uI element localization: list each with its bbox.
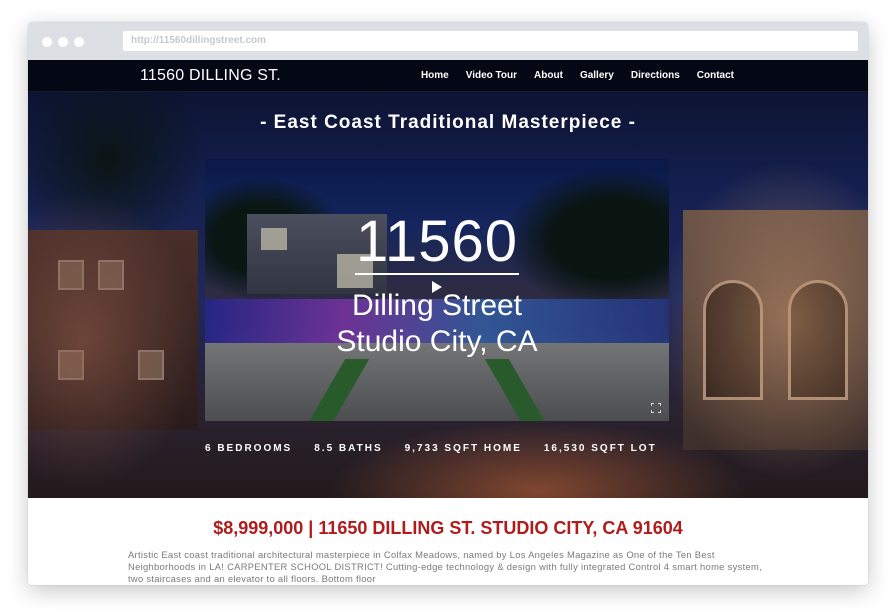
nav-contact[interactable]: Contact xyxy=(697,60,734,92)
top-navigation: 11560 DILLING ST. Home Video Tour About … xyxy=(28,60,868,92)
price-heading: $8,999,000 | 11650 DILLING ST. STUDIO CI… xyxy=(213,518,683,538)
browser-chrome: http://11560dillingstreet.com xyxy=(28,22,868,60)
nav-links: Home Video Tour About Gallery Directions… xyxy=(421,60,734,92)
window-close-dot[interactable] xyxy=(42,37,52,47)
listing-description: Artistic East coast traditional architec… xyxy=(128,549,762,584)
stat-sqft-home: 9,733 SQFT HOME xyxy=(404,443,522,454)
listing-section: $8,999,000 | 11650 DILLING ST. STUDIO CI… xyxy=(28,498,868,585)
window-maximize-dot[interactable] xyxy=(74,37,84,47)
browser-window: http://11560dillingstreet.com 11560 DILL… xyxy=(28,22,868,585)
nav-about[interactable]: About xyxy=(534,60,563,92)
website: 11560 DILLING ST. Home Video Tour About … xyxy=(28,60,868,585)
stat-bedrooms: 6 BEDROOMS xyxy=(205,443,293,454)
nav-video-tour[interactable]: Video Tour xyxy=(466,60,517,92)
video-title-underline xyxy=(355,273,519,275)
video-player[interactable]: 11560 Dilling Street Studio City, CA xyxy=(205,159,669,421)
stat-baths: 8.5 BATHS xyxy=(314,443,383,454)
fullscreen-icon[interactable] xyxy=(651,403,661,413)
property-stats: 6 BEDROOMS 8.5 BATHS 9,733 SQFT HOME 16,… xyxy=(205,443,657,454)
address-bar[interactable]: http://11560dillingstreet.com xyxy=(123,31,858,51)
hero-tagline: - East Coast Traditional Masterpiece - xyxy=(260,112,636,133)
site-logo[interactable]: 11560 DILLING ST. xyxy=(140,60,281,92)
video-title-number: 11560 xyxy=(356,209,518,274)
window-minimize-dot[interactable] xyxy=(58,37,68,47)
video-title-city: Studio City, CA xyxy=(336,325,538,358)
stat-sqft-lot: 16,530 SQFT LOT xyxy=(543,443,657,454)
nav-home[interactable]: Home xyxy=(421,60,449,92)
video-title-street: Dilling Street xyxy=(351,289,523,322)
nav-gallery[interactable]: Gallery xyxy=(580,60,614,92)
nav-directions[interactable]: Directions xyxy=(631,60,680,92)
hero-section: 11560 DILLING ST. Home Video Tour About … xyxy=(28,60,868,498)
